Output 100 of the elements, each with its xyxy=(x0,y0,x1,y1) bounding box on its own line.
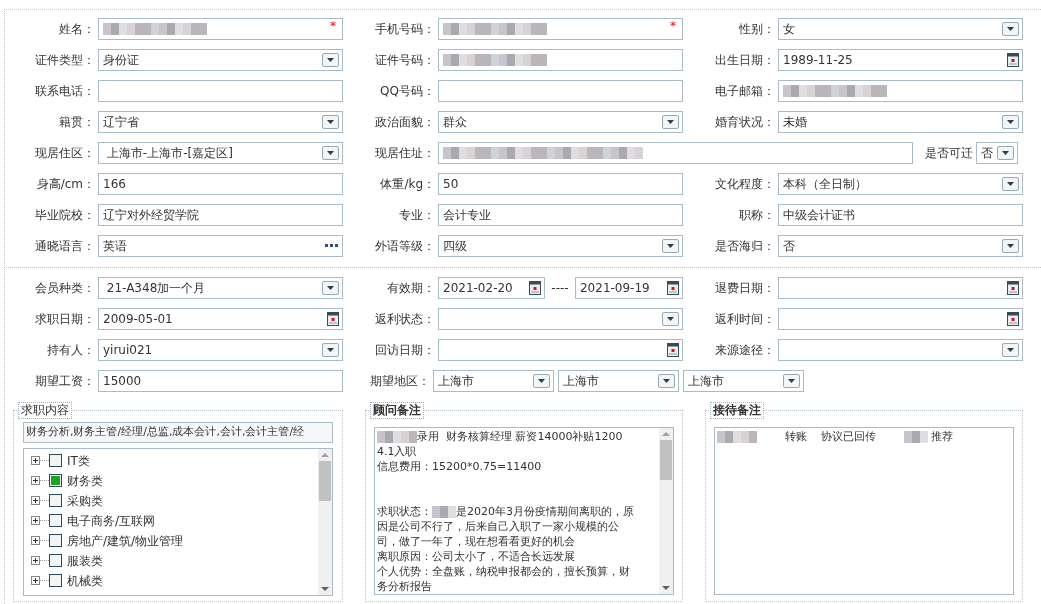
checkbox[interactable] xyxy=(49,454,62,467)
scrollbar[interactable] xyxy=(659,428,673,594)
text-field[interactable]: * xyxy=(438,18,683,40)
tree-item[interactable]: 房地产/建筑/物业管理 xyxy=(67,531,184,550)
expand-icon[interactable] xyxy=(31,556,40,565)
note-text: 推荐 xyxy=(930,430,954,443)
note-text: 求职状态： xyxy=(377,505,432,518)
calendar-icon[interactable] xyxy=(327,312,339,326)
select-field[interactable]: 否 xyxy=(976,142,1018,164)
field-label: 外语等级： xyxy=(375,238,435,255)
picker-field[interactable]: 英语 xyxy=(98,235,343,257)
select-field[interactable]: yirui021 xyxy=(98,339,343,361)
checkbox[interactable] xyxy=(49,534,62,547)
text-field[interactable] xyxy=(438,142,913,164)
field-label: 现居住区： xyxy=(35,145,95,162)
expand-icon[interactable] xyxy=(31,476,40,485)
calendar-icon[interactable] xyxy=(529,281,541,295)
select-field[interactable]: 身份证 xyxy=(98,49,343,71)
notes-textarea[interactable]: 转账 协议已回传 推荐 xyxy=(714,427,1014,595)
text-field[interactable] xyxy=(438,80,683,102)
field-label: 期望工资： xyxy=(35,373,95,390)
date-field[interactable]: 2021-02-20 xyxy=(438,277,545,299)
scrollbar[interactable] xyxy=(318,449,332,595)
select-field[interactable]: 21-A348加一个月 xyxy=(98,277,343,299)
tree-item[interactable]: IT类 xyxy=(67,451,90,470)
note-text: 离职原因：公司太小了，不适合长远发展 xyxy=(377,550,575,563)
text-field[interactable]: * xyxy=(98,18,343,40)
field-label: 通晓语言： xyxy=(35,238,95,255)
select-field[interactable]: 本科（全日制） xyxy=(778,173,1023,195)
field-label: 籍贯： xyxy=(59,114,95,131)
field-label: 有效期： xyxy=(387,280,435,297)
select-field[interactable] xyxy=(438,308,683,330)
note-text: 个人优势：全盘账，纳税申报都会的，擅长预算，财 xyxy=(377,565,630,578)
calendar-icon[interactable] xyxy=(1007,312,1019,326)
checkbox[interactable] xyxy=(49,574,62,587)
tree-item[interactable]: 采购类 xyxy=(67,491,103,510)
checkbox[interactable] xyxy=(49,514,62,527)
tree-item[interactable]: 服装类 xyxy=(67,551,103,570)
scroll-thumb[interactable] xyxy=(660,440,672,480)
expand-icon[interactable] xyxy=(31,576,40,585)
checkbox[interactable] xyxy=(49,474,62,487)
date-field[interactable] xyxy=(438,339,683,361)
select-field[interactable]: 上海市 xyxy=(558,370,679,392)
expand-icon[interactable] xyxy=(31,456,40,465)
text-field[interactable]: 辽宁对外经贸学院 xyxy=(98,204,343,226)
date-field[interactable]: 2021-09-19 xyxy=(575,277,683,299)
select-field[interactable]: 群众 xyxy=(438,111,683,133)
field-label: 专业： xyxy=(399,207,435,224)
text-field[interactable]: 15000 xyxy=(98,370,343,392)
required-mark: * xyxy=(670,18,676,35)
note-text: 司，做了一年了，现在想看看更好的机会 xyxy=(377,535,575,548)
notes-textarea[interactable]: 录用 财务核算经理 薪资14000补贴1200 4.1入职 信息费用：15200*0.75=11400 求职状态： 是2020年3月份疫情期间离职的，原 因是公司不行了，后来自己入职了一家小规模的公 司，做了一年了，现在想看看更好的机会 离职原因：公司太小了，不适合长远发展 个人优势：全盘账，纳税申报都会的，擅长预算，财 务分析报告 xyxy=(374,427,674,595)
required-mark: * xyxy=(330,18,336,35)
select-field[interactable] xyxy=(778,339,1023,361)
expand-icon[interactable] xyxy=(31,496,40,505)
scroll-down-icon[interactable] xyxy=(662,586,670,590)
tree-item[interactable]: 财务类 xyxy=(67,471,103,490)
note-text: 务分析报告 xyxy=(377,580,432,593)
field-label: 是否海归： xyxy=(715,238,775,255)
field-label: 返利时间： xyxy=(715,311,775,328)
checkbox[interactable] xyxy=(49,494,62,507)
tree-item[interactable]: 电子商务/互联网 xyxy=(67,511,156,530)
text-field[interactable] xyxy=(778,80,1023,102)
calendar-icon[interactable] xyxy=(667,343,679,357)
field-label: 求职日期： xyxy=(35,311,95,328)
select-field[interactable]: 女 xyxy=(778,18,1023,40)
text-field[interactable]: 50 xyxy=(438,173,683,195)
field-label: 现居住址： xyxy=(375,145,435,162)
text-field[interactable]: 中级会计证书 xyxy=(778,204,1023,226)
calendar-icon[interactable] xyxy=(1007,281,1019,295)
text-field[interactable]: 166 xyxy=(98,173,343,195)
text-field[interactable]: 会计专业 xyxy=(438,204,683,226)
tree-item[interactable]: 机械类 xyxy=(67,571,103,590)
field-label: 婚育状况： xyxy=(715,114,775,131)
select-field[interactable]: 上海市 xyxy=(683,370,804,392)
range-separator: ---- xyxy=(551,280,569,297)
more-icon[interactable] xyxy=(325,244,339,248)
text-field[interactable] xyxy=(438,49,683,71)
text-field[interactable] xyxy=(98,80,343,102)
select-field[interactable]: 上海市-上海市-[嘉定区] xyxy=(98,142,343,164)
date-field[interactable] xyxy=(778,277,1023,299)
date-field[interactable] xyxy=(778,308,1023,330)
calendar-icon[interactable] xyxy=(667,281,679,295)
field-label: 证件类型： xyxy=(35,52,95,69)
select-field[interactable]: 否 xyxy=(778,235,1023,257)
expand-icon[interactable] xyxy=(31,516,40,525)
expand-icon[interactable] xyxy=(31,536,40,545)
select-field[interactable]: 上海市 xyxy=(433,370,554,392)
select-field[interactable]: 四级 xyxy=(438,235,683,257)
text-field[interactable]: 财务分析,财务主管/经理/总监,成本会计,会计,会计主管/经 xyxy=(23,422,333,443)
checkbox[interactable] xyxy=(49,554,62,567)
scroll-thumb[interactable] xyxy=(319,461,331,501)
field-label: 返利状态： xyxy=(375,311,435,328)
calendar-icon[interactable] xyxy=(1007,53,1019,67)
date-field[interactable]: 2009-05-01 xyxy=(98,308,343,330)
date-field[interactable]: 1989-11-25 xyxy=(778,49,1023,71)
select-field[interactable]: 未婚 xyxy=(778,111,1023,133)
scroll-down-icon[interactable] xyxy=(321,587,329,591)
field-label: 毕业院校： xyxy=(35,207,95,224)
select-field[interactable]: 辽宁省 xyxy=(98,111,343,133)
